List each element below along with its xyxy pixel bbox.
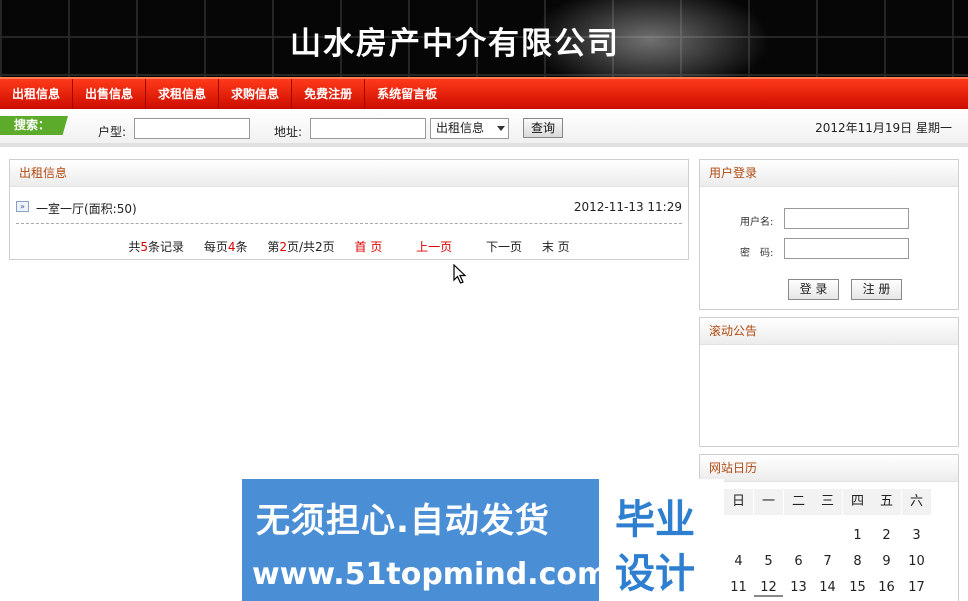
password-input[interactable]: [784, 238, 909, 259]
calendar-day[interactable]: 16: [872, 580, 901, 595]
calendar-day[interactable]: 10: [902, 554, 931, 569]
calendar-day[interactable]: 8: [843, 554, 872, 569]
watermark-logo-box: 毕业 设计: [599, 479, 724, 601]
calendar-day[interactable]: 7: [813, 554, 842, 569]
chevron-down-icon: [497, 126, 505, 131]
search-bar: 搜索： 户型: 地址: 出租信息 查询 2012年11月19日 星期一: [0, 109, 968, 147]
listing-date: 2012-11-13 11:29: [573, 200, 682, 214]
calendar-day[interactable]: 6: [784, 554, 813, 569]
watermark-banner: 无须担心.自动发货 www.51topmind.com 毕业 设计: [242, 479, 724, 601]
search-tag: 搜索：: [0, 116, 68, 135]
weekday-header: 五: [872, 489, 901, 515]
watermark-logo-text: 毕业: [615, 497, 695, 543]
page-indicator: 第2页/共2页: [267, 240, 335, 254]
calendar-day[interactable]: 15: [843, 580, 872, 595]
weekday-header: 一: [754, 489, 783, 515]
panel-title: 网站日历: [700, 455, 958, 482]
nav-item-wanted-buy[interactable]: 求购信息: [219, 79, 293, 109]
search-button[interactable]: 查询: [523, 118, 563, 138]
calendar-day[interactable]: 17: [902, 580, 931, 595]
category-select-value: 出租信息: [436, 121, 485, 135]
double-arrow-icon: »: [16, 201, 29, 212]
password-label: 密 码:: [740, 248, 774, 259]
next-page-link[interactable]: 下一页: [486, 240, 522, 254]
header-banner: 山水房产中介有限公司: [0, 0, 968, 77]
login-button[interactable]: 登 录: [788, 279, 839, 300]
username-label: 用户名:: [740, 217, 774, 228]
type-input[interactable]: [134, 118, 250, 139]
site-title: 山水房产中介有限公司: [290, 26, 620, 62]
username-input[interactable]: [784, 208, 909, 229]
per-page-count: 每页4条: [203, 240, 248, 254]
first-page-link[interactable]: 首 页: [355, 240, 383, 254]
nav-item-message-board[interactable]: 系统留言板: [365, 79, 449, 109]
type-label: 户型:: [98, 125, 127, 139]
calendar-day[interactable]: 14: [813, 580, 842, 595]
calendar-day[interactable]: 9: [872, 554, 901, 569]
record-count: 共5条记录: [128, 240, 184, 254]
weekday-header: 日: [724, 489, 753, 515]
address-label: 地址:: [274, 125, 303, 139]
calendar-day[interactable]: 2: [872, 528, 901, 543]
weekday-header: 四: [843, 489, 872, 515]
calendar-day-today[interactable]: 12: [754, 580, 783, 597]
current-date: 2012年11月19日 星期一: [815, 121, 952, 135]
nav-item-wanted-rent[interactable]: 求租信息: [146, 79, 220, 109]
weekday-header: 三: [813, 489, 842, 515]
calendar-day[interactable]: 11: [724, 580, 753, 595]
calendar-day[interactable]: 13: [784, 580, 813, 595]
nav-item-rent-info[interactable]: 出租信息: [0, 79, 74, 109]
panel-title: 出租信息: [10, 160, 688, 187]
category-select[interactable]: 出租信息: [430, 118, 509, 139]
weekday-header: 二: [784, 489, 813, 515]
register-button[interactable]: 注 册: [851, 279, 902, 300]
nav-item-sale-info[interactable]: 出售信息: [73, 79, 147, 109]
watermark-url: www.51topmind.com: [252, 557, 609, 592]
watermark-slogan: 无须担心.自动发货: [256, 501, 550, 541]
prev-page-link[interactable]: 上一页: [416, 240, 452, 254]
panel-title: 用户登录: [700, 160, 958, 187]
nav-item-register[interactable]: 免费注册: [292, 79, 366, 109]
login-panel: 用户登录 用户名: 密 码: 登 录 注 册: [699, 159, 959, 310]
listing-title[interactable]: 一室一厅(面积:50): [36, 200, 137, 217]
calendar-day[interactable]: 4: [724, 554, 753, 569]
rental-info-panel: 出租信息 » 一室一厅(面积:50) 2012-11-13 11:29 共5条记…: [9, 159, 689, 260]
main-nav: 出租信息 出售信息 求租信息 求购信息 免费注册 系统留言板: [0, 77, 968, 109]
mouse-pointer-icon: [453, 264, 467, 284]
pagination: 共5条记录 每页4条 第2页/共2页 首 页 上一页 下一页 末 页: [10, 238, 688, 255]
watermark-logo-text: 设计: [615, 551, 695, 597]
panel-title: 滚动公告: [700, 318, 958, 345]
last-page-link[interactable]: 末 页: [542, 240, 570, 254]
notice-panel: 滚动公告: [699, 317, 959, 447]
calendar-day[interactable]: 5: [754, 554, 783, 569]
address-input[interactable]: [310, 118, 426, 139]
calendar-day[interactable]: 3: [902, 528, 931, 543]
weekday-header: 六: [902, 489, 931, 515]
calendar-day[interactable]: 1: [843, 528, 872, 543]
list-item[interactable]: » 一室一厅(面积:50) 2012-11-13 11:29: [16, 198, 682, 224]
